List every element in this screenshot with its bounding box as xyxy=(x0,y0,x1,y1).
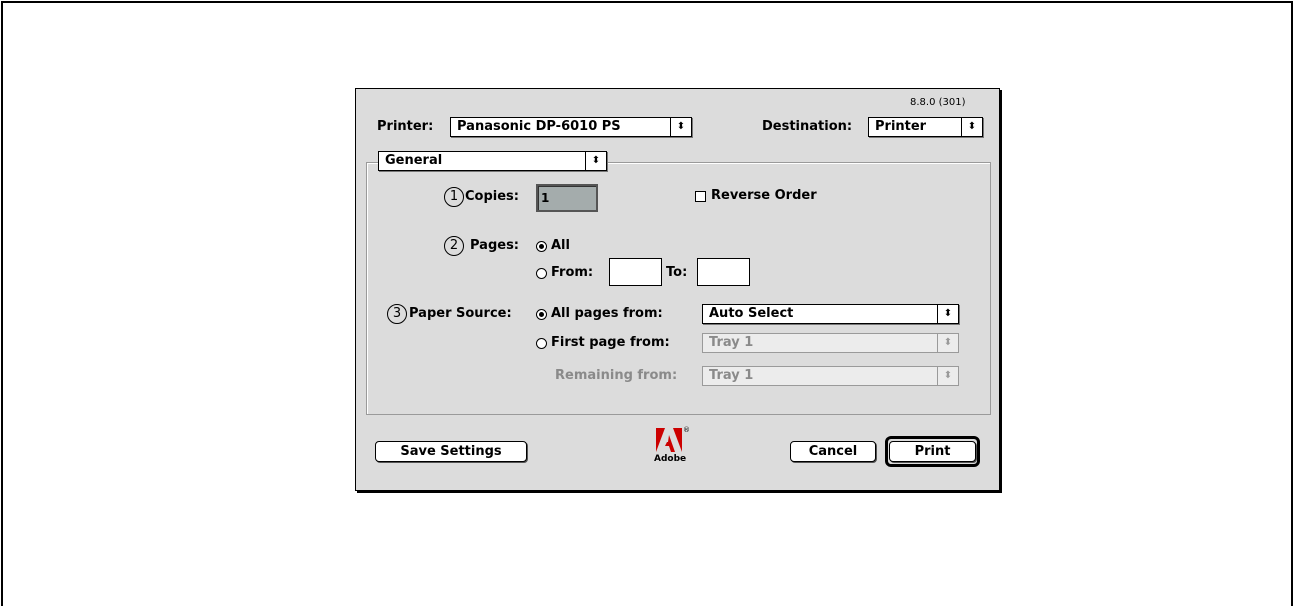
adobe-logo: ® Adobe xyxy=(654,426,690,466)
remaining-from-label: Remaining from: xyxy=(555,368,678,383)
remaining-from-value: Tray 1 xyxy=(709,368,754,383)
all-pages-from-radio[interactable] xyxy=(536,309,547,320)
first-page-from-value: Tray 1 xyxy=(709,335,754,350)
printer-label: Printer: xyxy=(377,119,434,134)
up-down-arrows-icon: ⬍ xyxy=(670,118,691,136)
panel-popup[interactable]: General ⬍ xyxy=(378,151,607,171)
version-label: 8.8.0 (301) xyxy=(910,97,966,108)
pages-to-label: To: xyxy=(666,265,688,280)
cancel-button[interactable]: Cancel xyxy=(790,441,876,462)
adobe-logo-text: Adobe xyxy=(654,454,687,464)
first-page-from-popup[interactable]: Tray 1 ⬍ xyxy=(702,333,959,353)
printer-popup[interactable]: Panasonic DP-6010 PS ⬍ xyxy=(450,117,692,137)
up-down-arrows-icon: ⬍ xyxy=(937,334,958,352)
pages-from-radio[interactable] xyxy=(536,268,547,279)
callout-number-3: 3 xyxy=(387,304,407,324)
callout-number-2: 2 xyxy=(444,236,464,256)
reverse-order-checkbox[interactable] xyxy=(695,191,706,202)
all-pages-from-popup[interactable]: Auto Select ⬍ xyxy=(702,304,959,324)
paper-source-label: Paper Source: xyxy=(409,306,512,321)
first-page-from-radio[interactable] xyxy=(536,338,547,349)
copies-value: 1 xyxy=(541,191,550,205)
up-down-arrows-icon: ⬍ xyxy=(961,118,982,136)
copies-label: Copies: xyxy=(465,189,519,204)
copies-field[interactable]: 1 xyxy=(536,184,598,212)
destination-popup[interactable]: Printer ⬍ xyxy=(868,117,983,137)
remaining-from-popup[interactable]: Tray 1 ⬍ xyxy=(702,366,959,386)
print-button[interactable]: Print xyxy=(889,441,976,462)
panel-value: General xyxy=(385,153,443,168)
up-down-arrows-icon: ⬍ xyxy=(937,305,958,323)
reverse-order-label: Reverse Order xyxy=(711,188,817,203)
all-pages-from-label: All pages from: xyxy=(551,306,663,321)
destination-value: Printer xyxy=(875,119,927,134)
adobe-logo-icon xyxy=(656,428,682,452)
printer-value: Panasonic DP-6010 PS xyxy=(457,119,621,134)
pages-to-field[interactable] xyxy=(697,258,750,286)
pages-label: Pages: xyxy=(470,238,520,253)
pages-from-label: From: xyxy=(551,265,594,280)
callout-number-1: 1 xyxy=(444,187,464,207)
pages-from-field[interactable] xyxy=(609,258,662,286)
all-pages-from-value: Auto Select xyxy=(709,306,794,321)
first-page-from-label: First page from: xyxy=(551,335,670,350)
save-settings-button[interactable]: Save Settings xyxy=(375,441,527,462)
pages-all-radio[interactable] xyxy=(536,241,547,252)
up-down-arrows-icon: ⬍ xyxy=(585,152,606,170)
destination-label: Destination: xyxy=(762,119,853,134)
up-down-arrows-icon: ⬍ xyxy=(937,367,958,385)
pages-all-label: All xyxy=(551,238,570,253)
registered-mark: ® xyxy=(683,426,690,434)
print-dialog: 8.8.0 (301) Printer: Panasonic DP-6010 P… xyxy=(355,88,1000,491)
